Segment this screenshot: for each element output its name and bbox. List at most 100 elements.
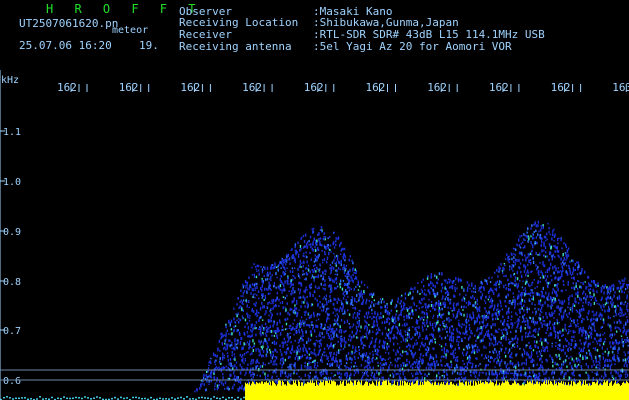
signal-speck [360, 290, 363, 294]
signal-speck [580, 348, 583, 351]
signal-speck [252, 288, 254, 292]
signal-speck [279, 284, 282, 288]
signal-speck [375, 337, 378, 340]
signal-speck [350, 365, 353, 368]
signal-speck [516, 297, 519, 301]
signal-speck [316, 255, 319, 259]
signal-speck [303, 381, 305, 384]
signal-speck [350, 275, 352, 279]
signal-speck [282, 328, 284, 331]
signal-speck [538, 293, 541, 297]
signal-speck [356, 365, 358, 368]
signal-speck [425, 293, 427, 297]
signal-speck [360, 354, 362, 358]
signal-speck [308, 365, 310, 370]
signal-speck [499, 309, 501, 313]
signal-speck [574, 330, 576, 333]
signal-speck [527, 256, 529, 259]
signal-speck [540, 366, 542, 369]
signal-speck [317, 318, 320, 321]
signal-speck [488, 336, 491, 340]
signal-speck [233, 325, 235, 329]
signal-speck [279, 344, 281, 348]
signal-speck [424, 337, 427, 340]
signal-speck [558, 277, 560, 280]
signal-speck [520, 301, 523, 305]
signal-speck [525, 362, 527, 366]
signal-speck [544, 339, 547, 342]
signal-speck [585, 330, 587, 334]
signal-speck [342, 247, 344, 251]
signal-speck [404, 296, 407, 300]
signal-speck [350, 372, 352, 377]
signal-speck [275, 286, 277, 289]
signal-speck [304, 361, 306, 365]
signal-speck [340, 359, 342, 363]
signal-speck [222, 352, 224, 355]
signal-speck [245, 286, 247, 289]
signal-speck [301, 262, 303, 264]
signal-speck [532, 370, 534, 374]
signal-speck [252, 359, 255, 362]
signal-speck [557, 335, 559, 339]
signal-speck [587, 312, 589, 314]
signal-speck [546, 275, 549, 278]
signal-speck [339, 306, 342, 310]
signal-speck [555, 345, 557, 348]
signal-speck [498, 286, 501, 289]
signal-speck [348, 275, 350, 278]
signal-speck [363, 284, 366, 286]
signal-speck [281, 329, 283, 332]
signal-speck [309, 235, 312, 239]
signal-speck [255, 348, 257, 352]
signal-speck [567, 315, 569, 319]
signal-speck [322, 298, 324, 300]
signal-speck [535, 224, 537, 228]
signal-speck [347, 338, 350, 342]
signal-speck [494, 347, 496, 351]
signal-speck [495, 287, 498, 291]
signal-speck [530, 289, 532, 292]
signal-speck [301, 355, 303, 358]
signal-speck [329, 291, 332, 294]
signal-speck [491, 276, 493, 279]
signal-speck [314, 246, 316, 248]
signal-speck [294, 307, 296, 311]
signal-speck [474, 344, 477, 347]
signal-speck [310, 333, 313, 337]
signal-speck [369, 366, 371, 369]
signal-speck [284, 297, 287, 300]
signal-speck [267, 292, 270, 296]
signal-speck [349, 279, 351, 282]
signal-speck [573, 321, 575, 324]
signal-speck [434, 308, 437, 311]
signal-speck [503, 319, 506, 323]
signal-speck [601, 309, 603, 311]
signal-speck [288, 257, 291, 261]
signal-speck [520, 270, 522, 274]
signal-speck [389, 338, 392, 343]
signal-speck [254, 287, 256, 290]
signal-speck [568, 376, 570, 380]
signal-speck [544, 347, 546, 351]
signal-speck [287, 279, 289, 283]
signal-speck [327, 247, 329, 250]
signal-speck [546, 315, 548, 319]
signal-speck [230, 364, 232, 368]
signal-speck [290, 290, 293, 293]
signal-speck [599, 334, 601, 337]
signal-speck [316, 242, 318, 245]
signal-speck [522, 246, 524, 249]
signal-speck [599, 357, 601, 361]
signal-speck [575, 343, 578, 347]
signal-speck [509, 288, 511, 292]
signal-speck [526, 306, 528, 310]
signal-speck [239, 341, 242, 343]
signal-speck [266, 306, 268, 309]
signal-speck [329, 376, 332, 380]
signal-speck [449, 307, 452, 310]
signal-speck [557, 343, 560, 347]
signal-speck [537, 308, 540, 311]
signal-speck [520, 294, 523, 297]
signal-speck [455, 276, 457, 281]
